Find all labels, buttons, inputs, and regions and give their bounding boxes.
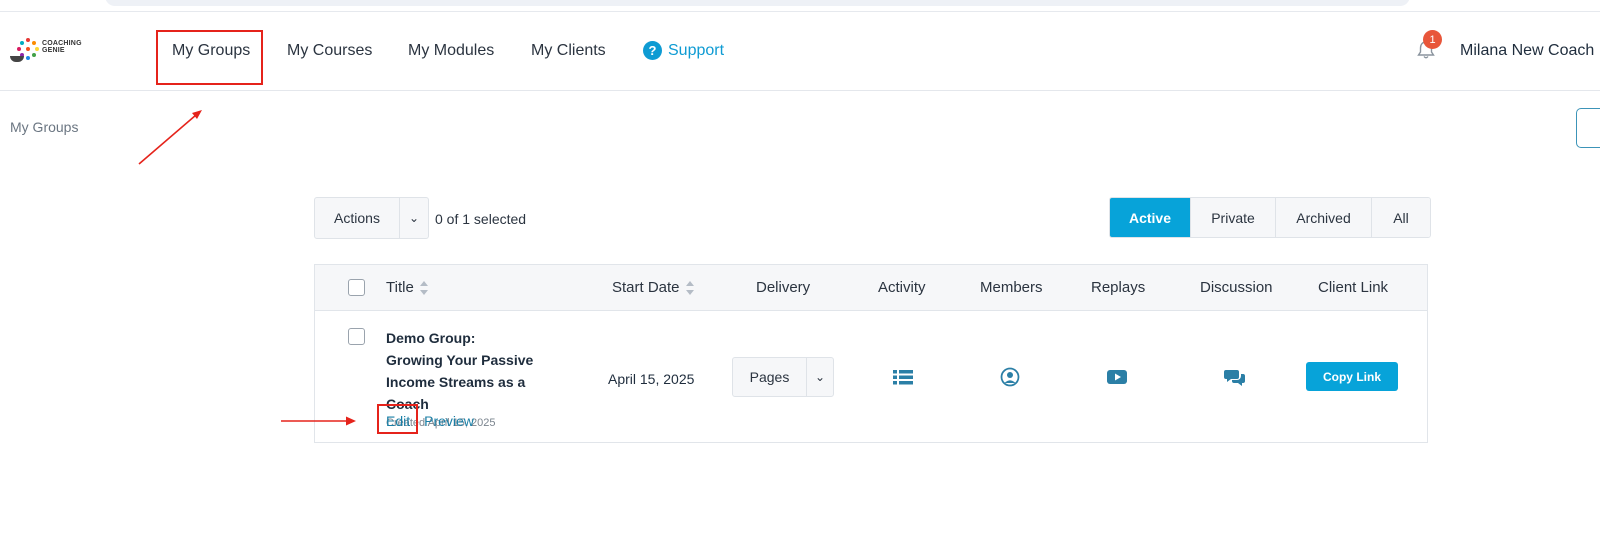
annotation-arrows	[138, 110, 356, 426]
